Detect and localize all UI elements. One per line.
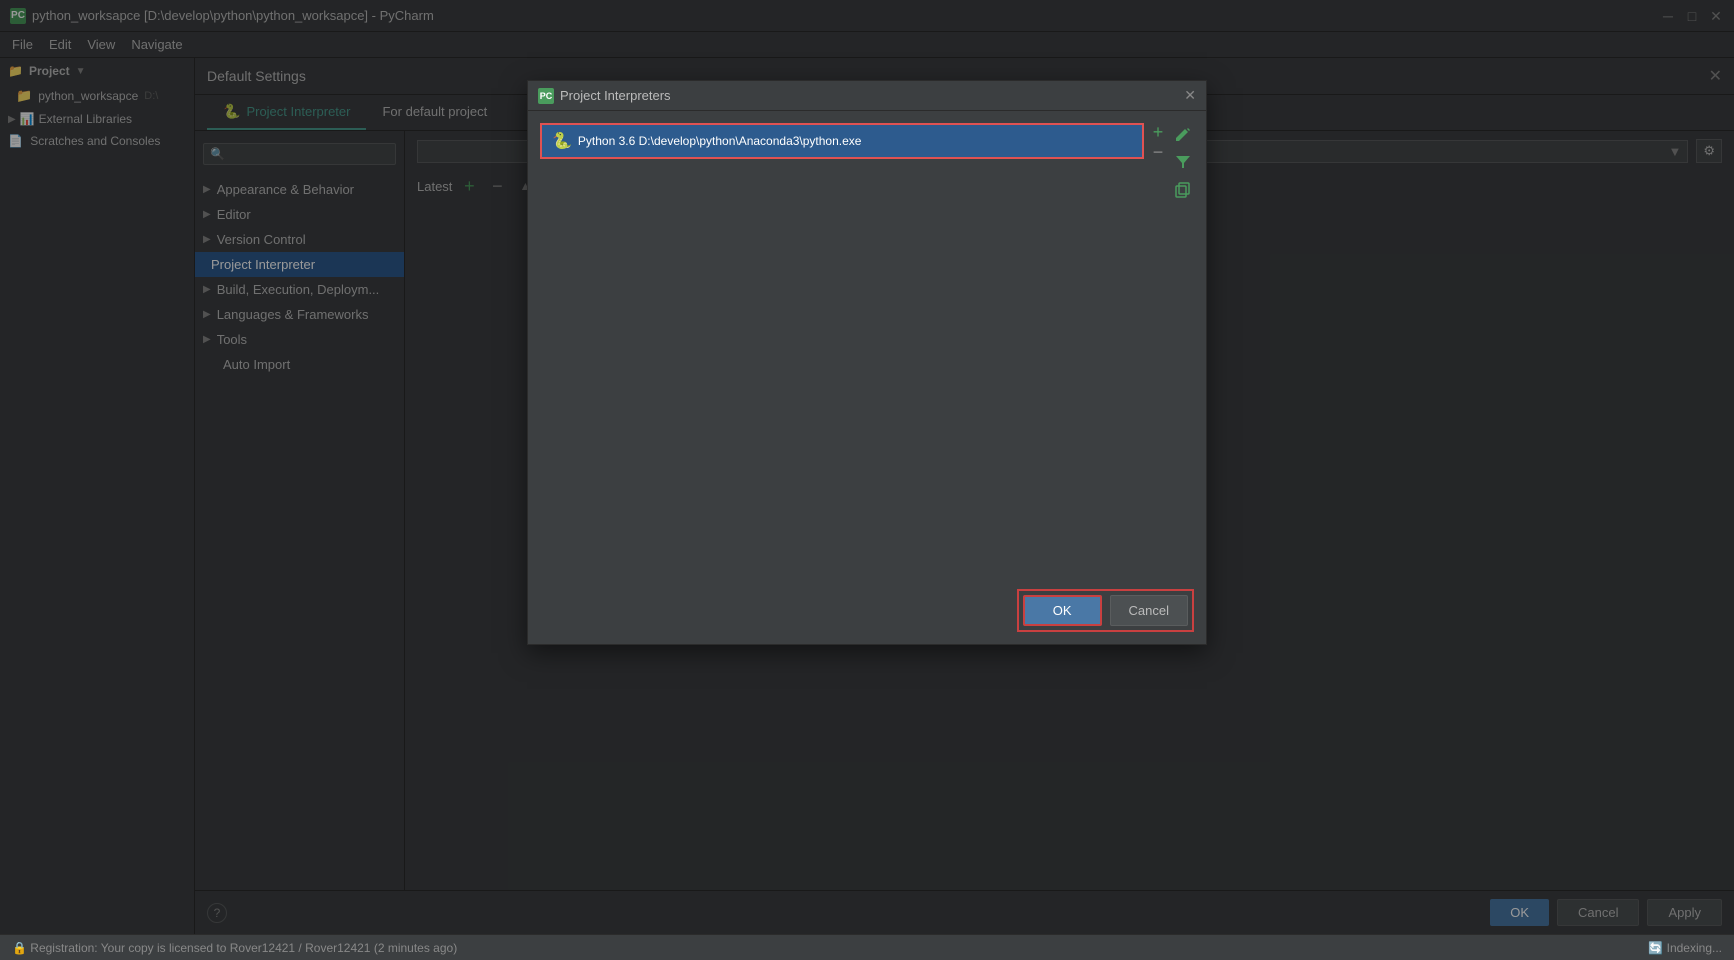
status-left-text: 🔒 Registration: Your copy is licensed to… (12, 941, 457, 955)
interpreter-entry[interactable]: 🐍 Python 3.6 D:\develop\python\Anaconda3… (542, 125, 1142, 157)
dialog-footer-row: OK Cancel (540, 581, 1194, 632)
ok-cancel-container: OK Cancel (1017, 589, 1194, 632)
dialog-title-text: Project Interpreters (560, 88, 671, 103)
filter-button[interactable] (1172, 151, 1194, 173)
edit-icon (1174, 125, 1192, 143)
dialog-icon: PC (538, 88, 554, 104)
edit-button[interactable] (1172, 123, 1194, 145)
modal-overlay: PC Project Interpreters ✕ 🐍 Python 3.6 D… (0, 0, 1734, 960)
status-bar: 🔒 Registration: Your copy is licensed to… (0, 934, 1734, 960)
plus-minus-col: + − (1144, 123, 1168, 161)
interpreter-list-col: 🐍 Python 3.6 D:\develop\python\Anaconda3… (540, 123, 1144, 159)
right-side-btns (1168, 123, 1194, 201)
python-snake-icon: 🐍 (552, 131, 572, 151)
copy-icon (1174, 181, 1192, 199)
status-right-text: 🔄 Indexing... (1648, 941, 1722, 955)
dialog-content-area (540, 201, 1194, 581)
dialog-title: PC Project Interpreters (538, 88, 671, 104)
dialog-cancel-button[interactable]: Cancel (1110, 595, 1188, 626)
interpreter-remove-button[interactable]: − (1148, 143, 1168, 161)
filter-icon (1174, 153, 1192, 171)
dialog-body: 🐍 Python 3.6 D:\develop\python\Anaconda3… (528, 111, 1206, 644)
interpreter-list-row: 🐍 Python 3.6 D:\develop\python\Anaconda3… (540, 123, 1194, 201)
dialog-ok-button[interactable]: OK (1023, 595, 1102, 626)
interpreter-path-text: Python 3.6 D:\develop\python\Anaconda3\p… (578, 134, 862, 148)
dialog-titlebar: PC Project Interpreters ✕ (528, 81, 1206, 111)
dialog-close-button[interactable]: ✕ (1184, 87, 1196, 104)
interpreter-add-button[interactable]: + (1148, 123, 1168, 141)
interpreters-dialog: PC Project Interpreters ✕ 🐍 Python 3.6 D… (527, 80, 1207, 645)
copy-button[interactable] (1172, 179, 1194, 201)
